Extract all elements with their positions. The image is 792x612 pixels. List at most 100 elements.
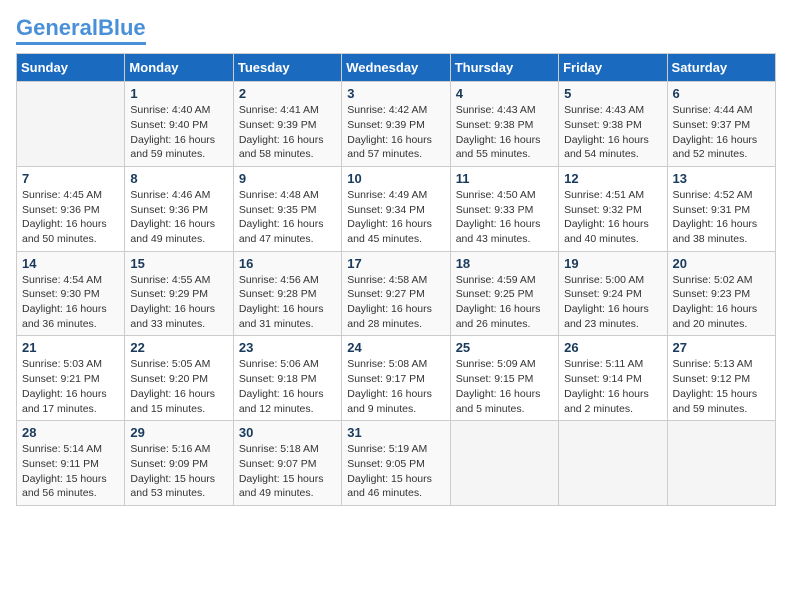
day-number: 26 — [564, 340, 661, 355]
calendar-cell: 30 Sunrise: 5:18 AMSunset: 9:07 PMDayligh… — [233, 421, 341, 506]
day-number: 16 — [239, 256, 336, 271]
day-info: Sunrise: 4:50 AMSunset: 9:33 PMDaylight:… — [456, 188, 553, 247]
calendar-table: SundayMondayTuesdayWednesdayThursdayFrid… — [16, 53, 776, 506]
day-number: 2 — [239, 86, 336, 101]
calendar-cell: 25Sunrise: 5:09 AMSunset: 9:15 PMDayligh… — [450, 336, 558, 421]
day-info: Sunrise: 4:43 AMSunset: 9:38 PMDaylight:… — [456, 103, 553, 162]
day-info: Sunrise: 4:55 AMSunset: 9:29 PMDaylight:… — [130, 273, 227, 332]
calendar-cell: 31Sunrise: 5:19 AMSunset: 9:05 PMDayligh… — [342, 421, 450, 506]
day-info: Sunrise: 5:13 AMSunset: 9:12 PMDaylight:… — [673, 357, 770, 416]
day-info: Sunrise: 5:16 AMSunset: 9:09 PMDaylight:… — [130, 442, 227, 501]
calendar-cell: 26Sunrise: 5:11 AMSunset: 9:14 PMDayligh… — [559, 336, 667, 421]
calendar-week-row: 14Sunrise: 4:54 AMSunset: 9:30 PMDayligh… — [17, 251, 776, 336]
calendar-cell: 1 Sunrise: 4:40 AMSunset: 9:40 PMDaylight… — [125, 82, 233, 167]
day-info: Sunrise: 4:43 AMSunset: 9:38 PMDaylight:… — [564, 103, 661, 162]
day-number: 23 — [239, 340, 336, 355]
calendar-cell: 9 Sunrise: 4:48 AMSunset: 9:35 PMDaylight… — [233, 166, 341, 251]
calendar-week-row: 1 Sunrise: 4:40 AMSunset: 9:40 PMDaylight… — [17, 82, 776, 167]
calendar-cell: 7 Sunrise: 4:45 AMSunset: 9:36 PMDaylight… — [17, 166, 125, 251]
calendar-week-row: 7 Sunrise: 4:45 AMSunset: 9:36 PMDaylight… — [17, 166, 776, 251]
day-info: Sunrise: 5:06 AMSunset: 9:18 PMDaylight:… — [239, 357, 336, 416]
calendar-cell: 12 Sunrise: 4:51 AMSunset: 9:32 PMDayligh… — [559, 166, 667, 251]
day-number: 21 — [22, 340, 119, 355]
calendar-cell: 29 Sunrise: 5:16 AMSunset: 9:09 PMDayligh… — [125, 421, 233, 506]
day-info: Sunrise: 4:45 AMSunset: 9:36 PMDaylight:… — [22, 188, 119, 247]
day-number: 18 — [456, 256, 553, 271]
day-number: 20 — [673, 256, 770, 271]
logo-blue: Blue — [98, 15, 146, 40]
calendar-cell: 27 Sunrise: 5:13 AMSunset: 9:12 PMDayligh… — [667, 336, 775, 421]
weekday-header-friday: Friday — [559, 54, 667, 82]
day-number: 14 — [22, 256, 119, 271]
day-number: 8 — [130, 171, 227, 186]
calendar-week-row: 21 Sunrise: 5:03 AMSunset: 9:21 PMDayligh… — [17, 336, 776, 421]
day-info: Sunrise: 5:09 AMSunset: 9:15 PMDaylight:… — [456, 357, 553, 416]
day-info: Sunrise: 4:59 AMSunset: 9:25 PMDaylight:… — [456, 273, 553, 332]
logo: GeneralBlue — [16, 16, 146, 45]
day-info: Sunrise: 5:00 AMSunset: 9:24 PMDaylight:… — [564, 273, 661, 332]
day-info: Sunrise: 5:18 AMSunset: 9:07 PMDaylight:… — [239, 442, 336, 501]
day-number: 31 — [347, 425, 444, 440]
day-number: 27 — [673, 340, 770, 355]
calendar-cell: 13 Sunrise: 4:52 AMSunset: 9:31 PMDayligh… — [667, 166, 775, 251]
calendar-header-row: SundayMondayTuesdayWednesdayThursdayFrid… — [17, 54, 776, 82]
day-number: 11 — [456, 171, 553, 186]
day-number: 6 — [673, 86, 770, 101]
day-info: Sunrise: 5:08 AMSunset: 9:17 PMDaylight:… — [347, 357, 444, 416]
day-number: 9 — [239, 171, 336, 186]
day-info: Sunrise: 4:52 AMSunset: 9:31 PMDaylight:… — [673, 188, 770, 247]
day-info: Sunrise: 4:58 AMSunset: 9:27 PMDaylight:… — [347, 273, 444, 332]
day-number: 12 — [564, 171, 661, 186]
day-number: 28 — [22, 425, 119, 440]
calendar-cell: 17Sunrise: 4:58 AMSunset: 9:27 PMDayligh… — [342, 251, 450, 336]
day-info: Sunrise: 5:03 AMSunset: 9:21 PMDaylight:… — [22, 357, 119, 416]
weekday-header-saturday: Saturday — [667, 54, 775, 82]
calendar-cell: 23 Sunrise: 5:06 AMSunset: 9:18 PMDayligh… — [233, 336, 341, 421]
logo-underline — [16, 42, 146, 45]
day-info: Sunrise: 4:41 AMSunset: 9:39 PMDaylight:… — [239, 103, 336, 162]
day-number: 30 — [239, 425, 336, 440]
day-number: 13 — [673, 171, 770, 186]
day-number: 19 — [564, 256, 661, 271]
calendar-cell — [667, 421, 775, 506]
weekday-header-tuesday: Tuesday — [233, 54, 341, 82]
calendar-cell: 22 Sunrise: 5:05 AMSunset: 9:20 PMDayligh… — [125, 336, 233, 421]
day-info: Sunrise: 4:48 AMSunset: 9:35 PMDaylight:… — [239, 188, 336, 247]
calendar-body: 1 Sunrise: 4:40 AMSunset: 9:40 PMDaylight… — [17, 82, 776, 506]
calendar-cell — [450, 421, 558, 506]
day-number: 5 — [564, 86, 661, 101]
calendar-cell: 10Sunrise: 4:49 AMSunset: 9:34 PMDayligh… — [342, 166, 450, 251]
weekday-header-thursday: Thursday — [450, 54, 558, 82]
calendar-cell: 2 Sunrise: 4:41 AMSunset: 9:39 PMDaylight… — [233, 82, 341, 167]
day-info: Sunrise: 5:02 AMSunset: 9:23 PMDaylight:… — [673, 273, 770, 332]
calendar-cell: 14Sunrise: 4:54 AMSunset: 9:30 PMDayligh… — [17, 251, 125, 336]
day-info: Sunrise: 4:44 AMSunset: 9:37 PMDaylight:… — [673, 103, 770, 162]
day-number: 29 — [130, 425, 227, 440]
day-info: Sunrise: 4:40 AMSunset: 9:40 PMDaylight:… — [130, 103, 227, 162]
day-info: Sunrise: 4:51 AMSunset: 9:32 PMDaylight:… — [564, 188, 661, 247]
calendar-cell: 15Sunrise: 4:55 AMSunset: 9:29 PMDayligh… — [125, 251, 233, 336]
page-header: GeneralBlue — [16, 16, 776, 45]
day-info: Sunrise: 4:56 AMSunset: 9:28 PMDaylight:… — [239, 273, 336, 332]
day-info: Sunrise: 5:14 AMSunset: 9:11 PMDaylight:… — [22, 442, 119, 501]
day-number: 4 — [456, 86, 553, 101]
weekday-header-monday: Monday — [125, 54, 233, 82]
weekday-header-sunday: Sunday — [17, 54, 125, 82]
calendar-cell: 5 Sunrise: 4:43 AMSunset: 9:38 PMDaylight… — [559, 82, 667, 167]
day-number: 1 — [130, 86, 227, 101]
calendar-cell: 16 Sunrise: 4:56 AMSunset: 9:28 PMDayligh… — [233, 251, 341, 336]
calendar-cell: 11 Sunrise: 4:50 AMSunset: 9:33 PMDayligh… — [450, 166, 558, 251]
calendar-cell: 18 Sunrise: 4:59 AMSunset: 9:25 PMDayligh… — [450, 251, 558, 336]
day-info: Sunrise: 4:46 AMSunset: 9:36 PMDaylight:… — [130, 188, 227, 247]
calendar-cell — [17, 82, 125, 167]
logo-general: General — [16, 15, 98, 40]
calendar-cell: 19 Sunrise: 5:00 AMSunset: 9:24 PMDayligh… — [559, 251, 667, 336]
calendar-cell: 24 Sunrise: 5:08 AMSunset: 9:17 PMDayligh… — [342, 336, 450, 421]
day-number: 22 — [130, 340, 227, 355]
calendar-cell: 3Sunrise: 4:42 AMSunset: 9:39 PMDaylight… — [342, 82, 450, 167]
day-info: Sunrise: 5:05 AMSunset: 9:20 PMDaylight:… — [130, 357, 227, 416]
day-number: 24 — [347, 340, 444, 355]
day-number: 10 — [347, 171, 444, 186]
day-number: 7 — [22, 171, 119, 186]
calendar-week-row: 28 Sunrise: 5:14 AMSunset: 9:11 PMDayligh… — [17, 421, 776, 506]
